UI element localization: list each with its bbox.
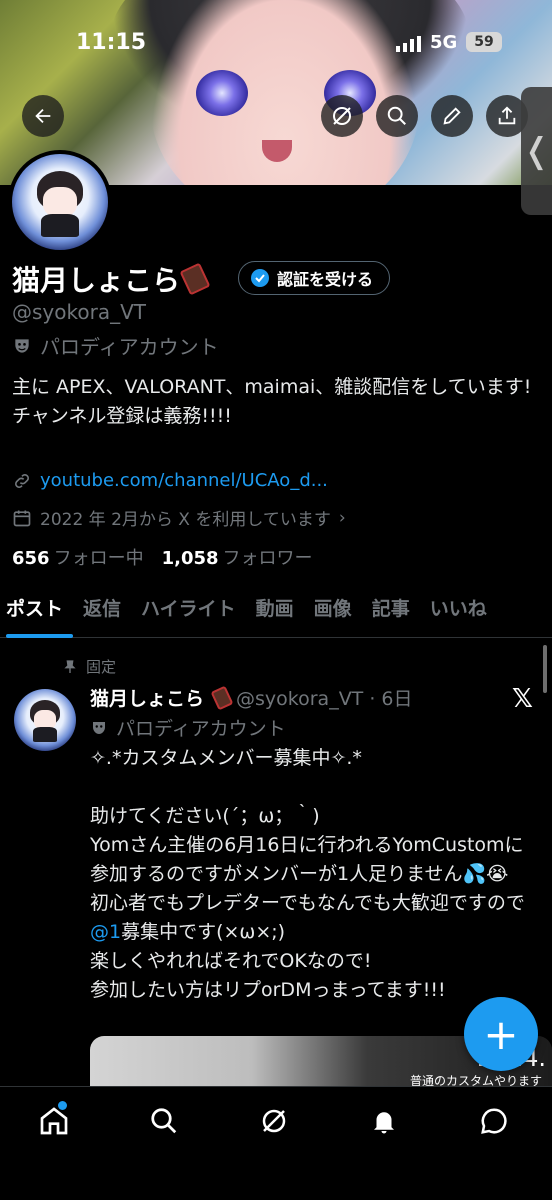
tab-likes[interactable]: いいね [420, 590, 497, 638]
post-avatar[interactable] [12, 687, 78, 753]
get-verified-button[interactable]: 認証を受ける [238, 261, 391, 295]
mask-icon [15, 338, 29, 353]
parody-label: パロディアカウント [40, 335, 219, 359]
status-bar: 11:15 5G 59 [0, 30, 552, 60]
profile-bio: 主に APEX、VALORANT、maimai、雑談配信をしています! チャンネ… [12, 376, 532, 427]
x-logo-icon: 𝕏 [512, 684, 533, 714]
profile-avatar[interactable] [8, 150, 112, 254]
signal-icon [396, 36, 424, 56]
calendar-icon [13, 510, 31, 526]
post-header: 猫月しょこら @syokora_VT · 6日 [90, 684, 413, 711]
joined-date-row[interactable]: 2022 年 2月から X を利用しています › [12, 505, 346, 530]
network-type: 5G [430, 32, 458, 53]
profile-link-row[interactable]: youtube.com/channel/UCAo_d... [12, 470, 328, 491]
status-time: 11:15 [76, 30, 147, 55]
pencil-icon [443, 107, 461, 125]
link-icon [15, 473, 29, 488]
tab-photos[interactable]: 画像 [304, 590, 362, 638]
profile-link[interactable]: youtube.com/channel/UCAo_d... [40, 470, 328, 491]
nav-grok[interactable] [254, 1101, 294, 1141]
chocolate-emoji-icon [179, 262, 211, 296]
battery-indicator: 59 [466, 32, 502, 52]
edit-button[interactable] [431, 95, 473, 137]
followers-count: 1,058 [161, 548, 219, 569]
profile-tabs: ポスト 返信 ハイライト 動画 画像 記事 いいね [0, 590, 552, 638]
chevron-left-icon: ❬ [522, 131, 551, 171]
messages-icon [481, 1108, 507, 1134]
post-body[interactable]: ✧.*カスタムメンバー募集中✧.* 助けてください(´；ω；｀) Yomさん主催… [90, 744, 540, 1005]
tab-highlights[interactable]: ハイライト [131, 590, 246, 638]
tab-articles[interactable]: 記事 [362, 590, 420, 638]
tab-replies[interactable]: 返信 [73, 590, 131, 638]
share-icon [498, 106, 516, 125]
grok-icon [262, 1109, 286, 1133]
compose-post-button[interactable]: + [464, 997, 538, 1071]
post-parody-row: パロディアカウント [90, 714, 286, 741]
grok-button[interactable] [321, 95, 363, 137]
nav-search[interactable] [144, 1101, 184, 1141]
post-text-part-1: ✧.*カスタムメンバー募集中✧.* 助けてください(´；ω；｀) Yomさん主催… [90, 747, 525, 914]
followers-label: フォロワー [222, 548, 313, 569]
search-icon [387, 106, 406, 125]
profile-name: 猫月しょこら [12, 264, 181, 297]
pin-icon [64, 659, 76, 673]
following-count: 656 [12, 548, 50, 569]
post-text-part-2: 募集中です(×ω×;) 楽しくやれればそれでOKなので! 参加したい方はリプor… [90, 921, 446, 1001]
post-parody-label: パロディアカウント [116, 718, 286, 740]
nav-messages[interactable] [474, 1101, 514, 1141]
following-label: フォロー中 [53, 548, 144, 569]
search-button[interactable] [376, 95, 418, 137]
chocolate-emoji-icon [210, 685, 234, 710]
back-button[interactable] [22, 95, 64, 137]
following-stat[interactable]: 656 フォロー中 [12, 544, 144, 570]
nav-home[interactable] [34, 1101, 74, 1141]
joined-date: 2022 年 2月から X を利用しています [40, 510, 331, 530]
post-mention[interactable]: @1 [90, 921, 121, 943]
nav-notifications[interactable] [364, 1101, 404, 1141]
arrow-left-icon [35, 108, 51, 124]
bottom-navigation [0, 1086, 552, 1200]
notification-dot [58, 1101, 67, 1110]
search-icon [151, 1108, 177, 1134]
mask-icon [93, 721, 105, 734]
pinned-indicator: 固定 [62, 656, 116, 677]
tab-videos[interactable]: 動画 [246, 590, 304, 638]
post-author-name[interactable]: 猫月しょこら [90, 684, 204, 711]
chevron-right-icon: › [338, 507, 346, 528]
grok-icon [333, 107, 351, 125]
profile-handle: @syokora_VT [12, 300, 146, 324]
verified-badge-icon [251, 269, 269, 287]
get-verified-label: 認証を受ける [277, 270, 374, 289]
scrollbar[interactable] [543, 645, 547, 693]
parody-label-row: パロディアカウント [12, 331, 219, 360]
banner-art-eye-left [196, 70, 248, 116]
post-meta: @syokora_VT · 6日 [236, 688, 413, 710]
follow-stats: 656 フォロー中 1,058 フォロワー [12, 544, 313, 570]
pinned-label: 固定 [86, 658, 117, 676]
tab-posts[interactable]: ポスト [0, 590, 74, 638]
home-icon [40, 1107, 68, 1135]
followers-stat[interactable]: 1,058 フォロワー [162, 544, 313, 570]
side-panel-handle[interactable]: ❬ [521, 87, 552, 215]
profile-name-row: 猫月しょこら [12, 259, 211, 299]
bell-icon [374, 1112, 394, 1134]
